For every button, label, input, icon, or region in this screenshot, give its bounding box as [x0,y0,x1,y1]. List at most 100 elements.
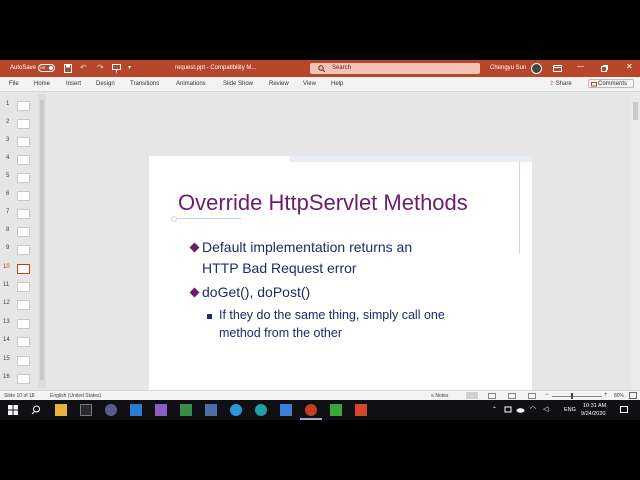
edge-icon[interactable] [255,404,267,416]
file-explorer-icon[interactable] [55,404,67,416]
slide-thumbnail[interactable] [17,374,30,384]
slide-thumbnail[interactable] [17,209,30,219]
document-title: request.ppt - Compatibility M... [175,65,257,71]
slide-thumbnail[interactable] [17,227,30,237]
redo-icon[interactable]: ↷ [97,63,104,72]
active-app-indicator [300,418,322,420]
tray-chevron-up-icon[interactable]: ⌃ [492,406,497,413]
slide-canvas[interactable]: Override HttpServlet Methods Default imp… [149,156,532,420]
thumbnail-scrollbar[interactable] [38,94,46,388]
reading-view-icon[interactable] [508,393,516,399]
fit-to-window-icon[interactable] [629,392,637,399]
slide-sorter-icon[interactable] [488,393,496,399]
bullet-1-line-2: HTTP Bad Request error [202,260,357,276]
title-underline-dot [171,216,177,222]
volume-icon[interactable]: ◁ [543,405,548,413]
search-icon[interactable] [31,405,41,415]
save-icon[interactable] [64,64,72,73]
editor-scrollbar-thumb[interactable] [633,102,638,120]
tab-transitions[interactable]: Transitions [130,81,159,87]
onedrive-icon[interactable] [516,407,525,413]
thumbnail-number: 4 [6,155,10,161]
camtasia-icon[interactable] [330,404,342,416]
wifi-icon[interactable]: ◠ [530,405,536,413]
powerpoint-icon[interactable] [305,404,317,416]
clock-date[interactable]: 9/24/2020 [581,411,605,417]
thumbnail-number: 15 [3,356,10,362]
slide-thumbnail[interactable] [17,101,30,111]
slide-thumbnail[interactable] [17,173,30,183]
slide-thumbnail[interactable] [17,119,30,129]
zoom-slider[interactable] [552,396,602,397]
editor-scrollbar[interactable] [631,92,640,390]
tab-view[interactable]: View [303,81,316,87]
comments-button[interactable]: Comments [588,79,634,88]
language-indicator[interactable]: English (United States) [50,393,101,399]
zoom-out-icon[interactable]: − [545,392,549,398]
clock-time[interactable]: 10:31 AM [583,403,606,409]
terminal-icon[interactable] [80,404,92,416]
tab-home[interactable]: Home [34,81,50,87]
calendar-icon[interactable] [280,404,292,416]
notification-icon[interactable] [620,406,628,414]
sub-bullet-line-2: method from the other [219,326,342,340]
visual-studio-icon[interactable] [155,404,167,416]
slide-top-band [290,156,532,162]
notes-label: Notes [435,393,449,399]
bullet-1-line-1: Default implementation returns an [202,239,413,255]
slide-thumbnail[interactable] [17,245,30,255]
zoom-in-icon[interactable]: + [604,392,608,398]
restore-icon[interactable] [601,65,608,72]
network-app-icon[interactable] [205,404,217,416]
thumbnail-number: 13 [3,319,10,325]
sub-bullet-line-1: If they do the same thing, simply call o… [219,308,445,322]
slide-thumbnail[interactable] [17,337,30,347]
tab-slide-show[interactable]: Slide Show [223,81,253,87]
slide-thumbnail-selected[interactable] [17,264,30,274]
tab-design[interactable]: Design [96,81,115,87]
messenger-icon[interactable] [230,404,242,416]
scrollbar-thumb[interactable] [40,100,44,380]
slide-thumbnail[interactable] [17,319,30,329]
tab-file[interactable]: File [9,81,19,87]
minimize-icon[interactable]: — [577,63,584,70]
search-box[interactable]: Search [310,63,480,74]
thumbnail-number: 8 [6,227,10,233]
title-bar: AutoSave Off ↶ ↷ ▾ request.ppt - Compati… [0,60,640,77]
slide-thumbnail[interactable] [17,282,30,292]
customize-toolbar-icon[interactable]: ▾ [128,64,131,71]
tab-review[interactable]: Review [269,81,289,87]
present-icon[interactable] [112,64,121,73]
app-icon[interactable] [105,404,117,416]
thumbnail-number: 5 [6,173,10,179]
tab-insert[interactable]: Insert [66,81,81,87]
windows-start-icon[interactable] [8,405,18,415]
slide-title[interactable]: Override HttpServlet Methods [178,190,468,216]
normal-view-icon[interactable] [466,392,478,399]
user-name[interactable]: Chengyu Sun [490,65,526,71]
vscode-icon[interactable] [130,404,142,416]
comments-label: Comments [598,81,628,87]
avatar[interactable] [531,63,542,74]
zoom-slider-handle[interactable] [571,393,573,399]
notes-button[interactable]: ≡ Notes [431,393,448,399]
app-icon[interactable] [180,404,192,416]
tab-help[interactable]: Help [331,81,343,87]
share-button[interactable]: ⇪ Share [549,80,572,87]
close-icon[interactable]: ✕ [626,62,633,71]
slide-thumbnail[interactable] [17,300,30,310]
slide-thumbnail[interactable] [17,356,30,366]
recorder-icon[interactable] [355,404,367,416]
thumbnail-number: 3 [6,137,10,143]
thumbnail-number: 12 [3,300,10,306]
network-icon[interactable] [504,406,512,414]
zoom-level[interactable]: 80% [614,393,624,399]
slide-thumbnail[interactable] [17,191,30,201]
input-language[interactable]: ENG [564,407,576,413]
slide-thumbnail[interactable] [17,155,30,165]
slideshow-view-icon[interactable] [528,393,536,399]
ribbon-display-icon[interactable] [553,65,562,72]
slide-thumbnail[interactable] [17,137,30,147]
tab-animations[interactable]: Animations [176,81,206,87]
undo-icon[interactable]: ↶ [80,63,87,72]
